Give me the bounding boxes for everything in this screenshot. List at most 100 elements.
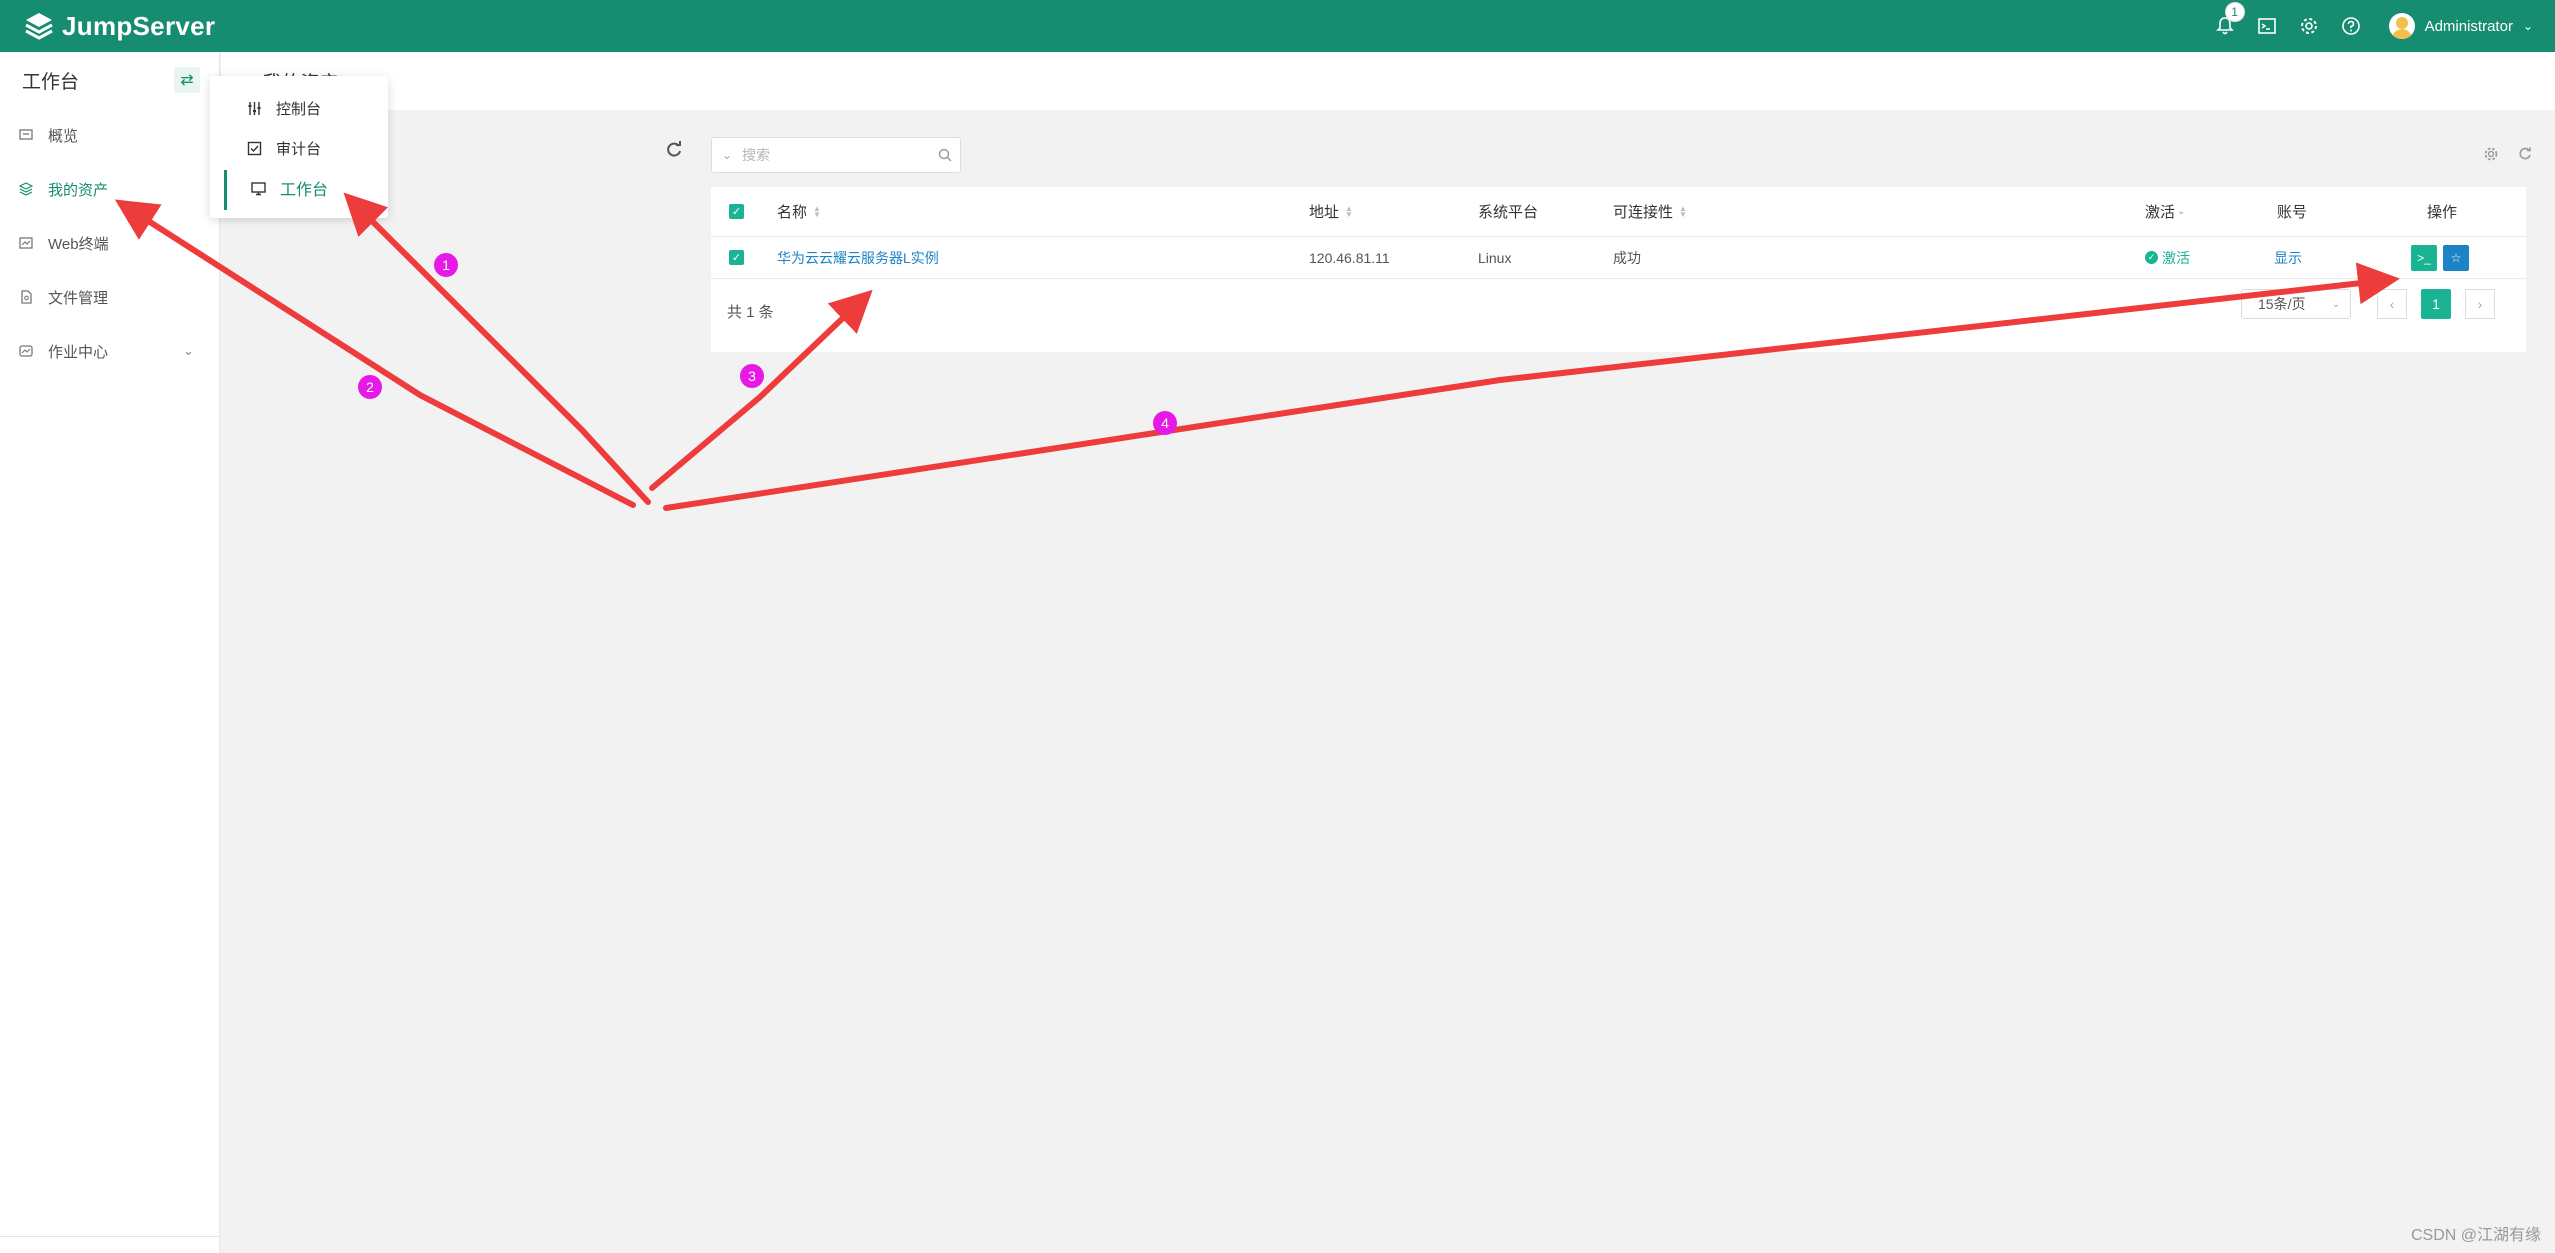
view-option-console[interactable]: 控制台 [210,88,388,128]
view-option-audit[interactable]: 审计台 [210,128,388,168]
sort-icon[interactable]: ▲ ▼ [1679,204,1687,218]
refresh-icon [2519,147,2531,160]
sort-icon[interactable]: ▲ ▼ [1345,204,1353,218]
monitor-icon [250,180,266,196]
dashboard-icon [18,127,34,143]
row-checkbox[interactable]: ✓ [729,250,744,265]
column-header-active[interactable]: 激活 [2145,201,2175,222]
checkbox-icon [246,140,262,156]
user-menu[interactable]: Administrator ⌄ [2388,13,2533,39]
table-refresh-button[interactable] [2515,144,2535,164]
total-count: 共 1 条 [727,304,774,321]
job-icon [18,343,34,359]
column-header-account: 账号 [2277,204,2308,221]
layers-icon [18,181,34,197]
sidebar-item-label: 我的资产 [48,181,109,199]
next-page-button[interactable]: › [2465,289,2495,319]
tree-refresh-button[interactable] [664,140,684,160]
view-option-workbench[interactable]: 工作台 [210,168,388,210]
asset-address: 120.46.81.11 [1309,249,1390,266]
connect-button[interactable]: >_ [2411,244,2437,271]
table-header: ✓ 名称 ▲ ▼ 地址 ▲ ▼ 系统平台 可连接性 ▲ ▼ 激活 ⌄ 账号 操作 [711,187,2526,237]
refresh-icon [667,141,681,157]
search-bar: ⌄ [711,137,961,173]
avatar [2388,13,2415,39]
view-option-label: 工作台 [280,182,329,199]
sidebar-item-web-terminal[interactable]: Web终端 [0,216,219,270]
filter-icon[interactable]: ⌄ [2177,206,2185,217]
annotation-badge-4: 4 [1153,411,1177,435]
chevron-down-icon: ⌄ [2331,298,2340,310]
column-header-address[interactable]: 地址 [1309,201,1339,222]
view-switch-button[interactable]: ⇄ [174,67,200,93]
brand-name: JumpServer [62,10,216,41]
column-header-name[interactable]: 名称 [777,201,807,222]
status-label: 激活 [2162,249,2190,266]
terminal-icon [2257,18,2276,34]
asset-name-link[interactable]: 华为云云耀云服务器L实例 [777,248,939,268]
asset-platform: Linux [1478,249,1512,266]
star-icon: ☆ [2450,250,2462,265]
page-size-value: 15条/页 [2258,296,2306,312]
asset-connectivity: 成功 [1613,249,1641,266]
sliders-icon [246,100,262,116]
page-number-button[interactable]: 1 [2421,289,2451,319]
watermark: CSDN @江湖有缘 [2410,1227,2541,1244]
app-logo[interactable]: JumpServer [24,10,215,42]
sort-icon[interactable]: ▲ ▼ [813,204,821,218]
help-button[interactable] [2331,6,2371,46]
terminal-prompt-icon: >_ [2417,250,2431,265]
annotation-badge-1: 1 [434,253,458,277]
chevron-left-icon: ‹ [2389,296,2395,312]
column-header-actions: 操作 [2427,204,2458,221]
gear-icon [2300,18,2317,34]
web-terminal-button[interactable] [2247,6,2287,46]
settings-button[interactable] [2289,6,2329,46]
jumpserver-logo-icon [25,13,53,40]
asset-table: ✓ 名称 ▲ ▼ 地址 ▲ ▼ 系统平台 可连接性 ▲ ▼ 激活 ⌄ 账号 操作 ✓ 华为云云… [711,187,2526,352]
user-name: Administrator [2424,17,2513,35]
table-settings-button[interactable] [2481,144,2501,164]
sidebar-item-my-assets[interactable]: 我的资产 [0,162,219,216]
favorite-button[interactable]: ☆ [2443,244,2469,271]
chevron-down-icon: ⌄ [2522,19,2533,33]
notification-count-badge: 1 [2224,2,2245,22]
status-badge: ✓ 激活 [2145,248,2190,268]
sidebar-divider [0,1236,220,1237]
sidebar-item-label: 作业中心 [48,343,109,361]
chevron-right-icon: › [2477,296,2483,312]
prev-page-button[interactable]: ‹ [2377,289,2407,319]
sidebar-item-label: Web终端 [48,235,109,253]
sidebar-item-label: 概览 [48,127,79,145]
notifications-button[interactable]: 1 [2205,2,2245,46]
view-option-label: 审计台 [276,140,322,158]
pagination: 共 1 条 15条/页 ⌄ ‹ 1 › [711,279,2526,345]
table-row: ✓ 华为云云耀云服务器L实例 120.46.81.11 Linux 成功 ✓ 激活… [711,237,2526,279]
chevron-down-icon: ⌄ [183,343,194,358]
select-all-checkbox[interactable]: ✓ [729,204,744,219]
annotation-badge-2: 2 [358,375,382,399]
sidebar-item-overview[interactable]: 概览 [0,108,219,162]
annotation-badge-3: 3 [740,364,764,388]
gear-icon [2484,147,2498,161]
column-header-connectivity[interactable]: 可连接性 [1613,201,1673,222]
sidebar-item-job-center[interactable]: 作业中心 ⌄ [0,324,219,378]
top-navbar: JumpServer 1 Administrator ⌄ [0,0,2555,52]
search-icon[interactable] [930,148,960,162]
breadcrumb: · 我的资产 [221,52,2555,110]
chevron-down-icon[interactable]: ⌄ [712,148,742,162]
help-icon [2341,17,2360,35]
search-input[interactable] [742,147,930,163]
view-option-label: 控制台 [276,100,322,118]
sidebar-item-label: 文件管理 [48,289,109,307]
page-size-select[interactable]: 15条/页 ⌄ [2241,289,2351,319]
view-switch-dropdown: 控制台 审计台 工作台 [210,76,388,218]
show-accounts-link[interactable]: 显示 [2274,248,2302,268]
terminal-icon [18,235,34,251]
sidebar-title: 工作台 [22,71,80,93]
sidebar: 工作台 ⇄ 概览 我的资产 Web终端 文件管理 作业中心 ⌄ [0,52,220,1253]
annotation-arrow-1 [343,192,651,505]
sidebar-item-file-manager[interactable]: 文件管理 [0,270,219,324]
check-circle-icon: ✓ [2145,251,2158,264]
column-header-platform: 系统平台 [1478,204,1539,221]
